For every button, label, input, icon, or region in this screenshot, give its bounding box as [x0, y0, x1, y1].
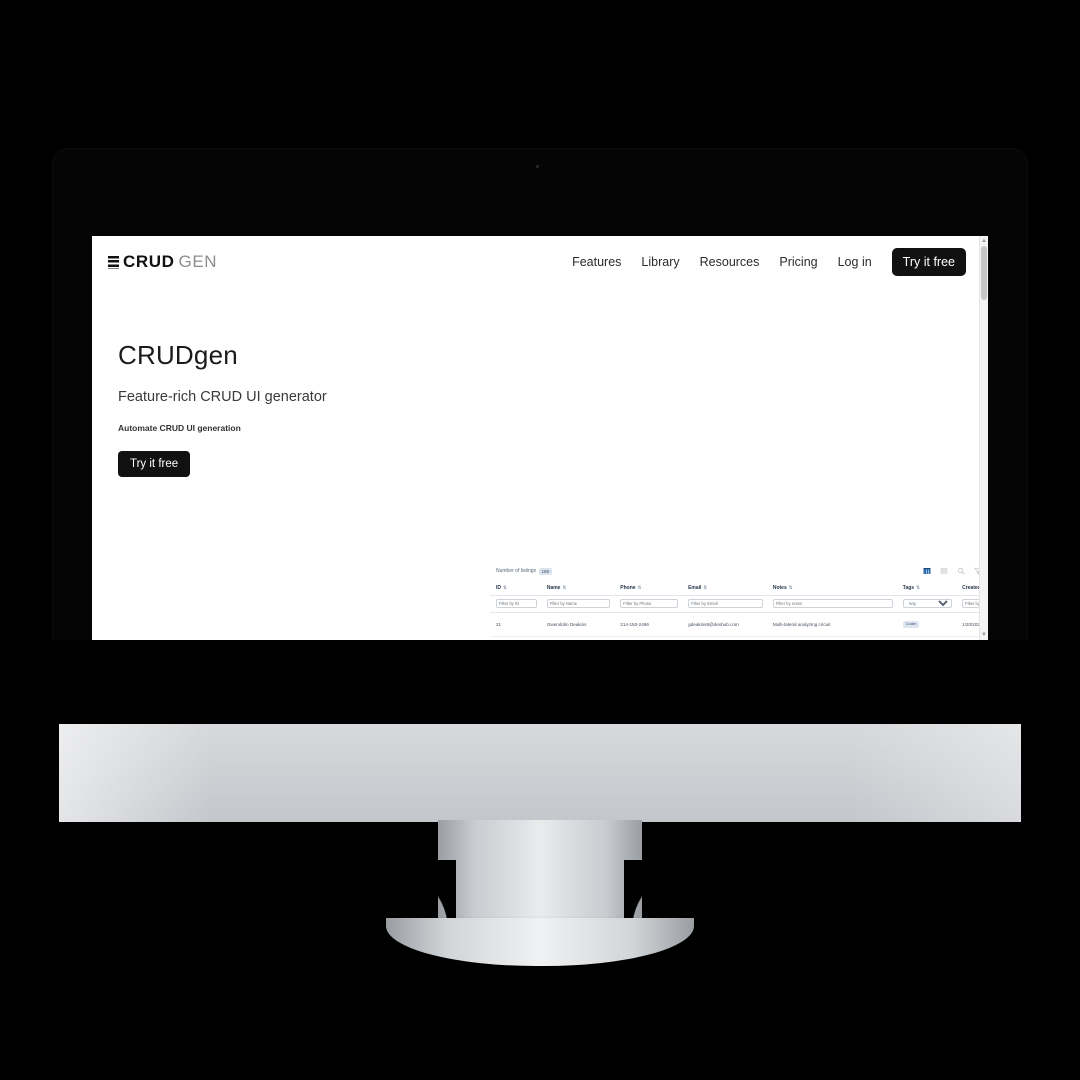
website-viewport: CRUD GEN Features Library Resources Prici… [92, 236, 988, 640]
col-header-tags-label: Tags [902, 585, 915, 591]
hero-section: CRUDgen Feature-rich CRUD UI generator A… [92, 288, 418, 477]
col-header-email[interactable]: Email ⇅ [682, 580, 767, 596]
monitor-stand-foot [386, 918, 694, 966]
nav-item-pricing[interactable]: Pricing [779, 255, 817, 269]
hero-subtitle: Feature-rich CRUD UI generator [118, 389, 327, 405]
logo-primary-text: CRUD [123, 252, 175, 271]
filter-input-name[interactable] [546, 599, 611, 608]
monitor-screen: CRUD GEN Features Library Resources Prici… [92, 236, 988, 640]
crud-table-inner: Number of listings 188 ID ⇅ Name ⇅ Phone… [490, 558, 988, 640]
filter-input-phone[interactable] [620, 599, 679, 608]
search-icon[interactable] [957, 567, 965, 575]
scroll-down-icon[interactable]: ▼ [981, 632, 987, 638]
crud-table: ID ⇅ Name ⇅ Phone ⇅ Email ⇅ Notes ⇅ Tags ⇅ Cre… [490, 580, 988, 640]
stack-icon [108, 255, 119, 269]
col-header-notes[interactable]: Notes ⇅ [766, 580, 897, 596]
nav-try-it-free-button[interactable]: Try it free [891, 248, 966, 276]
col-header-id-label: ID [496, 585, 501, 591]
nav-item-features[interactable]: Features [572, 255, 621, 269]
cell-phone: 214-150-2496 [614, 612, 683, 637]
filter-input-email[interactable] [688, 599, 763, 608]
filter-cell-email [682, 595, 767, 613]
filter-cell-notes [766, 595, 897, 613]
col-header-name-label: Name [546, 585, 561, 591]
hero-tagline: Automate CRUD UI generation [118, 423, 241, 433]
monitor-body [59, 724, 1021, 822]
col-header-notes-label: Notes [772, 585, 787, 591]
col-header-phone[interactable]: Phone ⇅ [614, 580, 683, 596]
sort-arrows-icon[interactable]: ⇅ [703, 585, 707, 591]
sort-arrows-icon[interactable]: ⇅ [916, 585, 920, 591]
table-filter-row: Any [490, 595, 988, 613]
table-toolbar: Number of listings 188 [490, 558, 988, 580]
nav-item-login[interactable]: Log in [838, 255, 872, 269]
filter-cell-phone [614, 595, 683, 613]
sort-arrows-icon[interactable]: ⇅ [562, 585, 566, 591]
hero-title: CRUDgen [118, 340, 238, 370]
site-header: CRUD GEN Features Library Resources Prici… [92, 236, 988, 288]
logo[interactable]: CRUD GEN [108, 252, 217, 272]
crud-table-panel: Number of listings 188 ID ⇅ Name ⇅ Phone… [490, 558, 988, 640]
filter-cell-tags: Any [896, 595, 957, 613]
tag-badge: Coder [902, 620, 920, 629]
col-header-name[interactable]: Name ⇅ [540, 580, 615, 596]
table-head: ID ⇅ Name ⇅ Phone ⇅ Email ⇅ Notes ⇅ Tags ⇅ Cre… [490, 580, 988, 613]
table-header-row: ID ⇅ Name ⇅ Phone ⇅ Email ⇅ Notes ⇅ Tags ⇅ Cre… [490, 580, 988, 596]
hero-try-it-free-button[interactable]: Try it free [118, 451, 191, 477]
cell-notes: Multi-lateral analyzing circuit [766, 612, 897, 637]
table-view-icon[interactable] [923, 567, 931, 575]
cell-email: gdeakins8@dexhub.com [682, 612, 767, 637]
nav-item-resources[interactable]: Resources [700, 255, 760, 269]
listings-count-badge: 188 [539, 567, 552, 575]
cell-tags: Coder [896, 612, 957, 637]
scroll-up-icon[interactable]: ▲ [981, 238, 987, 244]
filter-select-tags[interactable]: Any [902, 599, 953, 608]
cell-name: Gwendolin Deakins [540, 612, 615, 637]
sort-arrows-icon[interactable]: ⇅ [503, 585, 507, 591]
page-scrollbar-thumb[interactable] [981, 246, 987, 300]
nav-item-library[interactable]: Library [641, 255, 679, 269]
page-scrollbar[interactable]: ▲ ▼ [979, 236, 988, 640]
filter-input-id[interactable] [496, 599, 537, 608]
logo-secondary-text: GEN [178, 252, 218, 271]
col-header-tags[interactable]: Tags ⇅ [896, 580, 957, 596]
monitor-bezel-chin [52, 640, 1028, 648]
col-header-id[interactable]: ID ⇅ [490, 580, 541, 596]
col-header-email-label: Email [688, 585, 702, 591]
filter-input-notes[interactable] [772, 599, 893, 608]
filter-cell-id [490, 595, 541, 613]
listings-count-label: Number of listings [496, 568, 537, 574]
col-header-phone-label: Phone [620, 585, 636, 591]
filter-cell-name [540, 595, 615, 613]
table-row[interactable]: 21 Gwendolin Deakins 214-150-2496 gdeakins8… [490, 612, 988, 637]
screenshot-stage: CRUD GEN Features Library Resources Prici… [0, 0, 1080, 1080]
cell-id: 21 [490, 612, 541, 637]
list-view-icon[interactable] [940, 567, 948, 575]
table-body: 21 Gwendolin Deakins 214-150-2496 gdeakins8… [490, 612, 988, 640]
sort-arrows-icon[interactable]: ⇅ [638, 585, 642, 591]
sort-arrows-icon[interactable]: ⇅ [789, 585, 793, 591]
nav-links: Features Library Resources Pricing Log i… [572, 248, 966, 276]
webcam-dot [536, 165, 539, 168]
